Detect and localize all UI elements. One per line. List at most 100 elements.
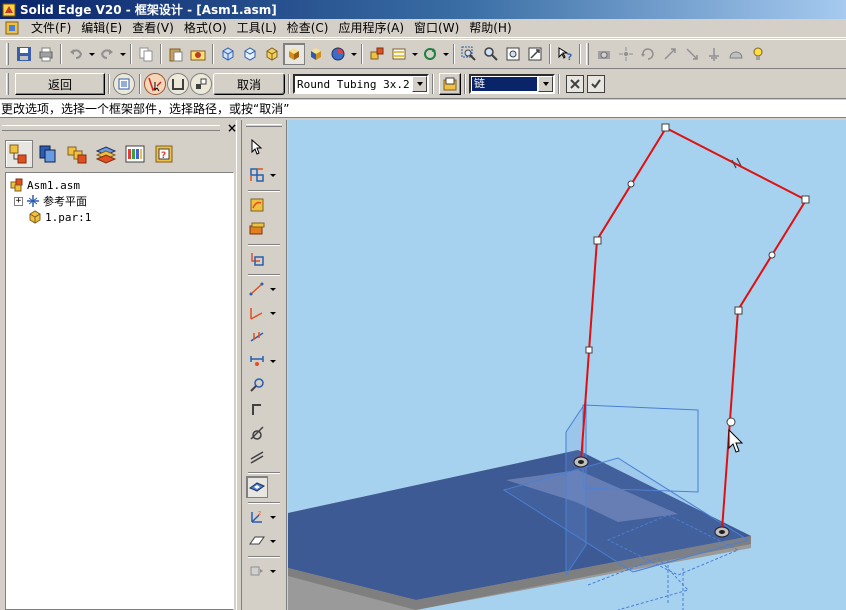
menu-window[interactable]: 窗口(W): [409, 19, 464, 37]
menu-edit[interactable]: 编辑(E): [76, 19, 127, 37]
whats-this-button[interactable]: ?: [554, 43, 576, 65]
plane-button[interactable]: [246, 476, 268, 498]
graphics-window[interactable]: [288, 120, 846, 610]
selection-type-select[interactable]: 链: [469, 74, 555, 94]
undo-button[interactable]: [65, 43, 87, 65]
menu-format[interactable]: 格式(O): [179, 19, 232, 37]
document-icon[interactable]: [4, 20, 20, 36]
deselect-button[interactable]: [566, 75, 584, 93]
line-dropdown[interactable]: [268, 278, 278, 300]
corner-button[interactable]: [246, 398, 268, 420]
display-button[interactable]: [246, 560, 268, 582]
tree-node-part[interactable]: 1.par:1: [6, 209, 233, 225]
expand-icon[interactable]: +: [14, 196, 23, 206]
dome-button[interactable]: [725, 43, 747, 65]
pan-button[interactable]: [524, 43, 546, 65]
menu-view[interactable]: 查看(V): [127, 19, 179, 37]
toolbar-grip[interactable]: [246, 124, 282, 127]
spin-button[interactable]: [615, 43, 637, 65]
view-iso-button[interactable]: [217, 43, 239, 65]
coordinate-system-button[interactable]: z: [246, 506, 268, 528]
rotate-button[interactable]: [637, 43, 659, 65]
options-button[interactable]: [113, 73, 135, 95]
undo-dropdown[interactable]: [87, 43, 96, 65]
tab-assembly-pathfinder[interactable]: [5, 140, 33, 168]
tab-properties[interactable]: ?: [150, 140, 178, 168]
inspect-button[interactable]: [246, 374, 268, 396]
component-list-button[interactable]: [388, 43, 410, 65]
toolbar-grip[interactable]: [6, 43, 9, 65]
light-button[interactable]: [747, 43, 769, 65]
update-button[interactable]: [419, 43, 441, 65]
view-shaded-blue-button[interactable]: [305, 43, 327, 65]
select-tool-button[interactable]: [246, 136, 268, 158]
tree-node-reference-planes[interactable]: + 参考平面: [6, 193, 233, 209]
midpoint[interactable]: [768, 251, 776, 259]
component-list-dropdown[interactable]: [410, 43, 419, 65]
menu-help[interactable]: 帮助(H): [464, 19, 516, 37]
keypoint[interactable]: [801, 195, 810, 204]
view-shaded-button[interactable]: [283, 43, 305, 65]
accept-button[interactable]: [587, 75, 605, 93]
keypoint[interactable]: [661, 123, 670, 132]
profile-select[interactable]: Round Tubing 3x.2: [293, 74, 429, 94]
smart-dimension-button[interactable]: [246, 350, 268, 372]
dimension-button[interactable]: [246, 326, 268, 348]
sketch-button[interactable]: [246, 194, 268, 216]
zoom-area-button[interactable]: [458, 43, 480, 65]
look-at-button[interactable]: [659, 43, 681, 65]
ground-button[interactable]: [703, 43, 725, 65]
angle-line-dropdown[interactable]: [268, 302, 278, 324]
menu-tools[interactable]: 工具(L): [232, 19, 282, 37]
panel-grip[interactable]: [2, 125, 220, 131]
toolbar-grip[interactable]: [586, 43, 589, 65]
assembly-tools-button[interactable]: [366, 43, 388, 65]
profile-browse-button[interactable]: [439, 73, 461, 95]
render-dropdown[interactable]: [349, 43, 358, 65]
menu-inspect[interactable]: 检查(C): [282, 19, 334, 37]
reference-plane-dropdown[interactable]: [268, 530, 278, 552]
tangent-button[interactable]: [246, 422, 268, 444]
tab-layers[interactable]: [92, 140, 120, 168]
select-path-step-button[interactable]: [144, 73, 166, 95]
snapshot-button[interactable]: [593, 43, 615, 65]
coordinate-system-dropdown[interactable]: [268, 506, 278, 528]
copy-button[interactable]: [135, 43, 157, 65]
tab-groups[interactable]: [63, 140, 91, 168]
chevron-down-icon[interactable]: [538, 76, 553, 92]
edit-frame-button[interactable]: [246, 248, 268, 270]
midpoint[interactable]: [627, 180, 635, 188]
camera-button[interactable]: [187, 43, 209, 65]
keypoint[interactable]: [585, 346, 593, 354]
cancel-button[interactable]: 取消: [213, 73, 285, 95]
view-front-button[interactable]: [239, 43, 261, 65]
end-condition-button[interactable]: [167, 73, 189, 95]
save-button[interactable]: [13, 43, 35, 65]
reference-plane-button[interactable]: [246, 530, 268, 552]
display-dropdown[interactable]: [268, 560, 278, 582]
smart-dimension-dropdown[interactable]: [268, 350, 278, 372]
menu-applications[interactable]: 应用程序(A): [333, 19, 409, 37]
update-dropdown[interactable]: [441, 43, 450, 65]
keypoint[interactable]: [593, 236, 602, 245]
back-button[interactable]: 返回: [15, 73, 105, 95]
fit-button[interactable]: [502, 43, 524, 65]
print-button[interactable]: [35, 43, 57, 65]
frame-structure-dropdown[interactable]: [268, 164, 278, 186]
chevron-down-icon[interactable]: [412, 76, 427, 92]
view-shaded-edges-button[interactable]: [261, 43, 283, 65]
trim-button[interactable]: [190, 73, 212, 95]
menu-file[interactable]: 文件(F): [26, 19, 76, 37]
tree-node-root[interactable]: Asm1.asm: [6, 177, 233, 193]
keypoint[interactable]: [734, 306, 743, 315]
paste-button[interactable]: [165, 43, 187, 65]
frame-button[interactable]: [246, 218, 268, 240]
fly-button[interactable]: [681, 43, 703, 65]
tab-parts-library[interactable]: [34, 140, 62, 168]
zoom-button[interactable]: [480, 43, 502, 65]
parallel-button[interactable]: [246, 446, 268, 468]
frame-structure-button[interactable]: [246, 164, 268, 186]
command-bar-grip[interactable]: [6, 73, 9, 95]
midpoint[interactable]: [726, 417, 736, 427]
redo-button[interactable]: [96, 43, 118, 65]
